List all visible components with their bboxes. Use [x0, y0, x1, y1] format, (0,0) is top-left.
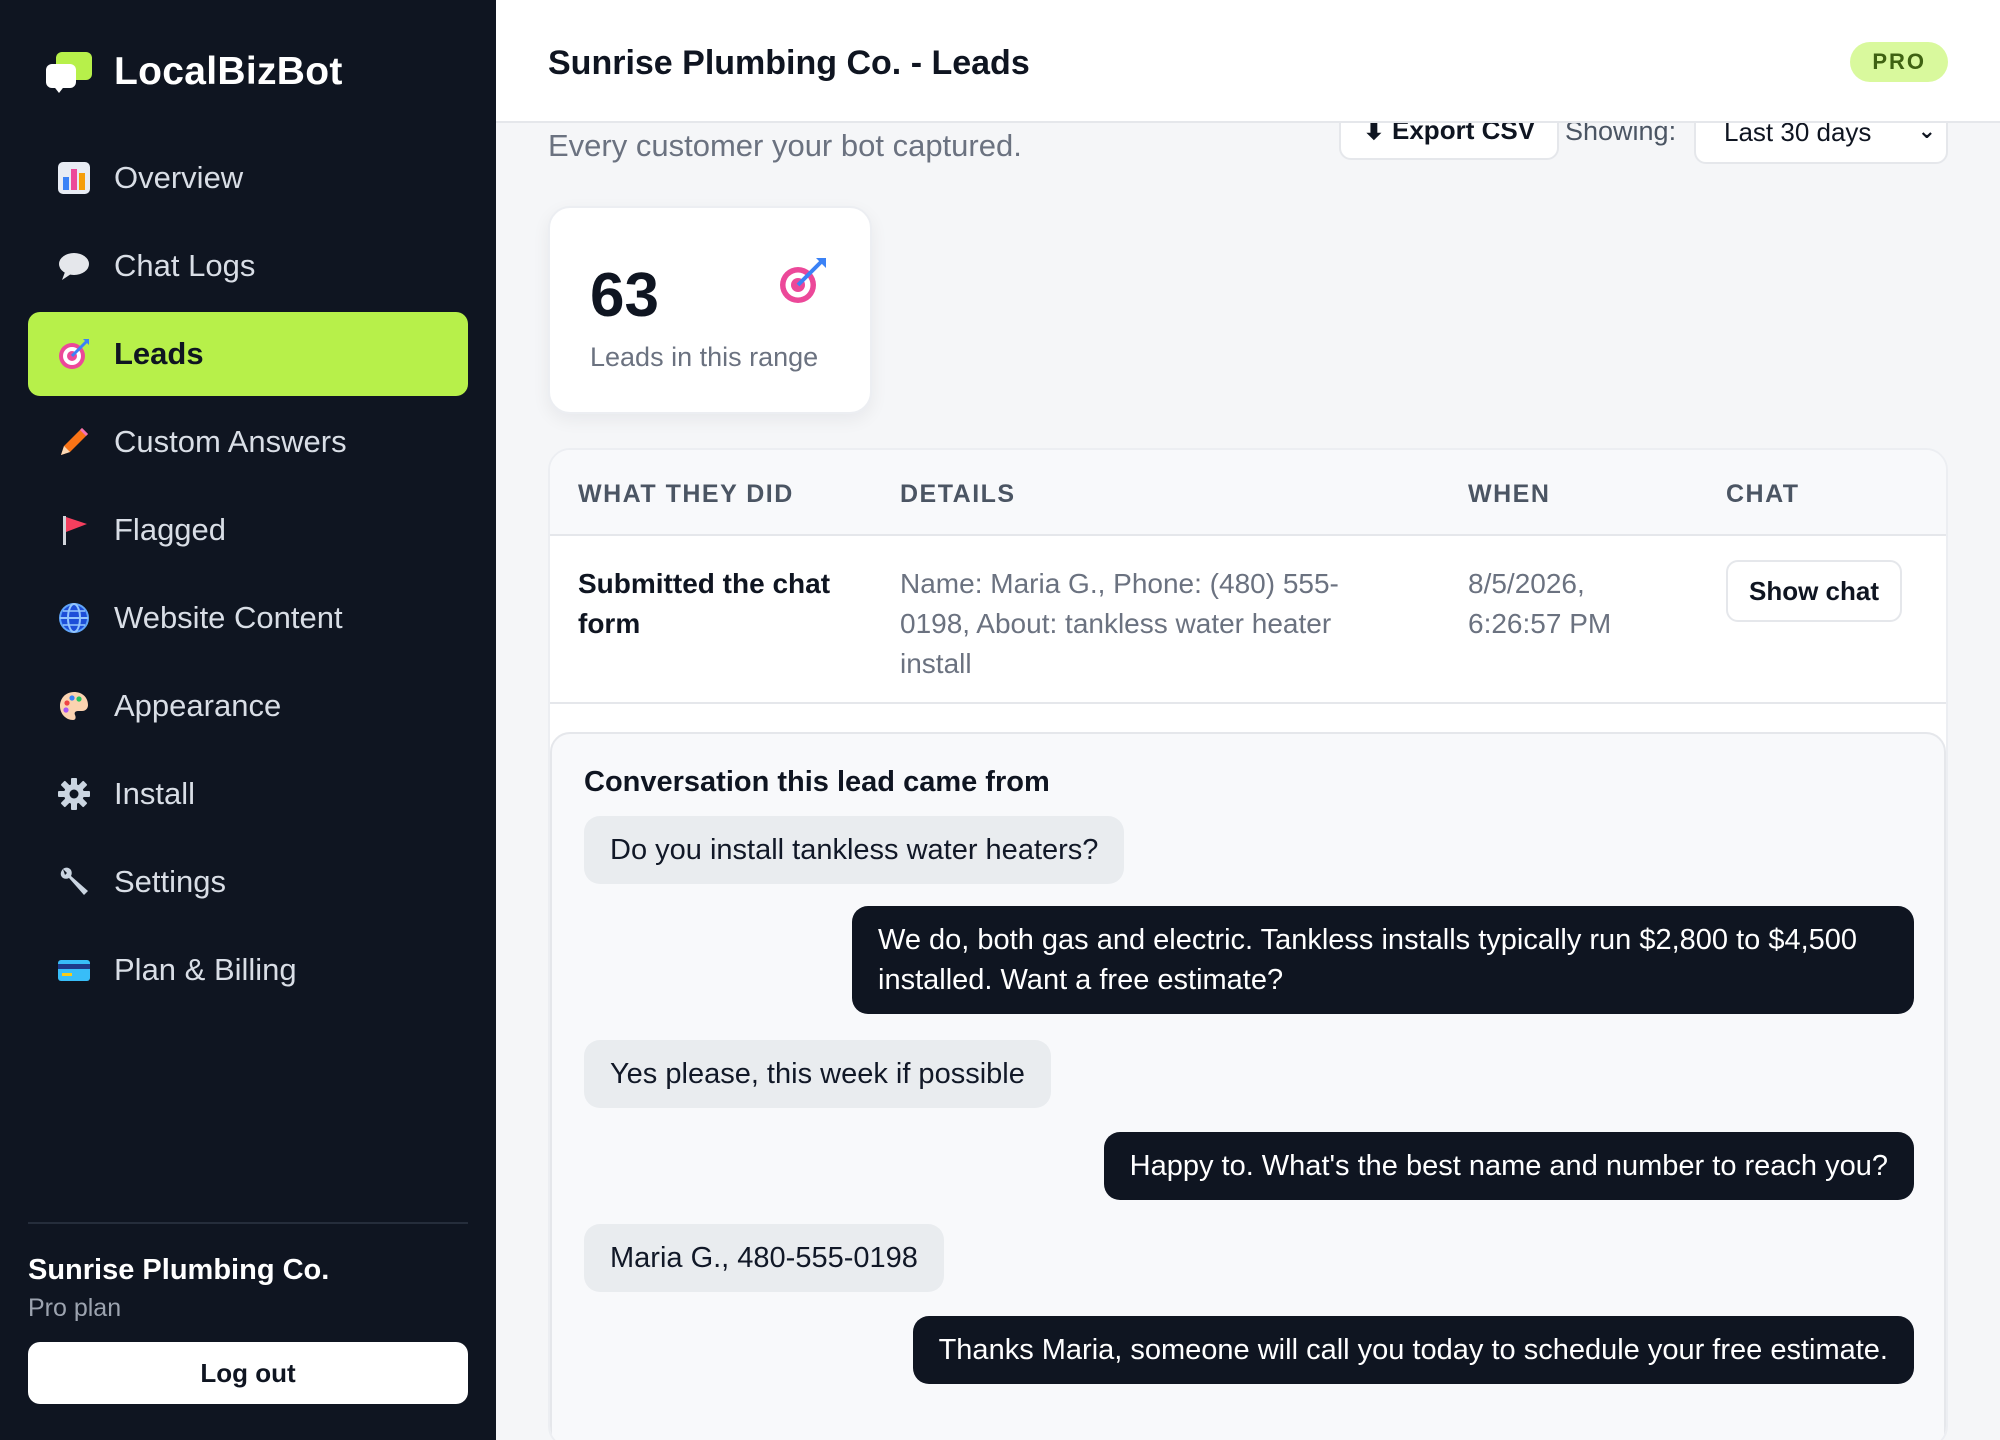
sidebar-nav: Overview Chat Logs Leads Custom Answers … — [28, 136, 468, 1016]
column-header-details: DETAILS — [900, 480, 1016, 508]
lead-timestamp: 8/5/2026, 6:26:57 PM — [1468, 568, 1612, 639]
leads-table: WHAT THEY DID DETAILS WHEN CHAT Submitte… — [548, 448, 1948, 1440]
column-header-chat: CHAT — [1726, 480, 1800, 508]
sidebar-item-label: Custom Answers — [114, 424, 347, 459]
bot-message: Happy to. What's the best name and numbe… — [1103, 1132, 1914, 1200]
plan-name: Pro plan — [28, 1294, 122, 1322]
user-message: Do you install tankless water heaters? — [584, 816, 1125, 884]
sidebar: LocalBizBot Overview Chat Logs Leads Cus… — [0, 0, 496, 1440]
sidebar-item-flagged[interactable]: Flagged — [28, 488, 468, 572]
sidebar-item-label: Install — [114, 776, 195, 811]
palette-icon — [56, 688, 92, 724]
sidebar-item-install[interactable]: Install — [28, 752, 468, 836]
sidebar-item-label: Leads — [114, 336, 204, 371]
pencil-icon — [56, 424, 92, 460]
sidebar-item-chat-logs[interactable]: Chat Logs — [28, 224, 468, 308]
user-message: Yes please, this week if possible — [584, 1040, 1051, 1108]
page-title: Sunrise Plumbing Co. - Leads — [548, 44, 1030, 82]
gear-icon — [56, 776, 92, 812]
business-name: Sunrise Plumbing Co. — [28, 1254, 330, 1286]
bar-chart-icon — [56, 160, 92, 196]
wrench-icon — [56, 864, 92, 900]
bot-message: We do, both gas and electric. Tankless i… — [852, 906, 1914, 1014]
sidebar-item-leads[interactable]: Leads — [28, 312, 468, 396]
sidebar-item-custom-answers[interactable]: Custom Answers — [28, 400, 468, 484]
stat-value: 63 — [590, 261, 659, 330]
page-subtitle: Every customer your bot captured. — [548, 128, 1022, 163]
flag-icon — [56, 512, 92, 548]
sidebar-item-label: Appearance — [114, 688, 282, 723]
plan-badge: PRO — [1850, 42, 1948, 82]
brand-name: LocalBizBot — [114, 50, 343, 93]
sidebar-item-appearance[interactable]: Appearance — [28, 664, 468, 748]
conversation-panel: Conversation this lead came from Do you … — [550, 732, 1946, 1440]
sidebar-item-overview[interactable]: Overview — [28, 136, 468, 220]
sidebar-item-label: Settings — [114, 864, 227, 899]
sidebar-item-label: Plan & Billing — [114, 952, 297, 987]
user-message: Maria G., 480-555-0198 — [584, 1224, 944, 1292]
logout-button[interactable]: Log out — [28, 1342, 468, 1404]
credit-card-icon — [56, 952, 92, 988]
sidebar-item-website-content[interactable]: Website Content — [28, 576, 468, 660]
lead-details: Name: Maria G., Phone: (480) 555-0198, A… — [900, 568, 1339, 679]
show-chat-button[interactable]: Show chat — [1726, 560, 1902, 622]
sidebar-item-label: Overview — [114, 160, 244, 195]
leads-stat-card: 63 Leads in this range — [548, 206, 872, 414]
globe-icon — [56, 600, 92, 636]
stat-label: Leads in this range — [590, 342, 819, 372]
target-icon — [56, 336, 92, 372]
lead-action: Submitted the chat form — [578, 568, 831, 639]
sidebar-item-plan-billing[interactable]: Plan & Billing — [28, 928, 468, 1012]
table-header: WHAT THEY DID DETAILS WHEN CHAT — [550, 450, 1946, 536]
brand[interactable]: LocalBizBot — [44, 50, 343, 94]
conversation-title: Conversation this lead came from — [584, 766, 1050, 798]
bot-message: Thanks Maria, someone will call you toda… — [912, 1316, 1914, 1384]
table-row: Submitted the chat form Name: Maria G., … — [550, 536, 1946, 704]
sidebar-item-label: Website Content — [114, 600, 343, 635]
target-icon — [780, 258, 826, 303]
sidebar-item-label: Flagged — [114, 512, 227, 547]
main-content: Every customer your bot captured. ⬇ Expo… — [496, 0, 2000, 1440]
chat-bubbles-logo-icon — [44, 50, 92, 94]
sidebar-item-label: Chat Logs — [114, 248, 256, 283]
column-header-when: WHEN — [1468, 480, 1551, 508]
speech-bubble-icon — [56, 248, 92, 284]
sidebar-divider — [28, 1222, 468, 1224]
sidebar-item-settings[interactable]: Settings — [28, 840, 468, 924]
column-header-what-they-did: WHAT THEY DID — [578, 480, 794, 508]
top-header: Sunrise Plumbing Co. - Leads PRO — [496, 0, 2000, 123]
